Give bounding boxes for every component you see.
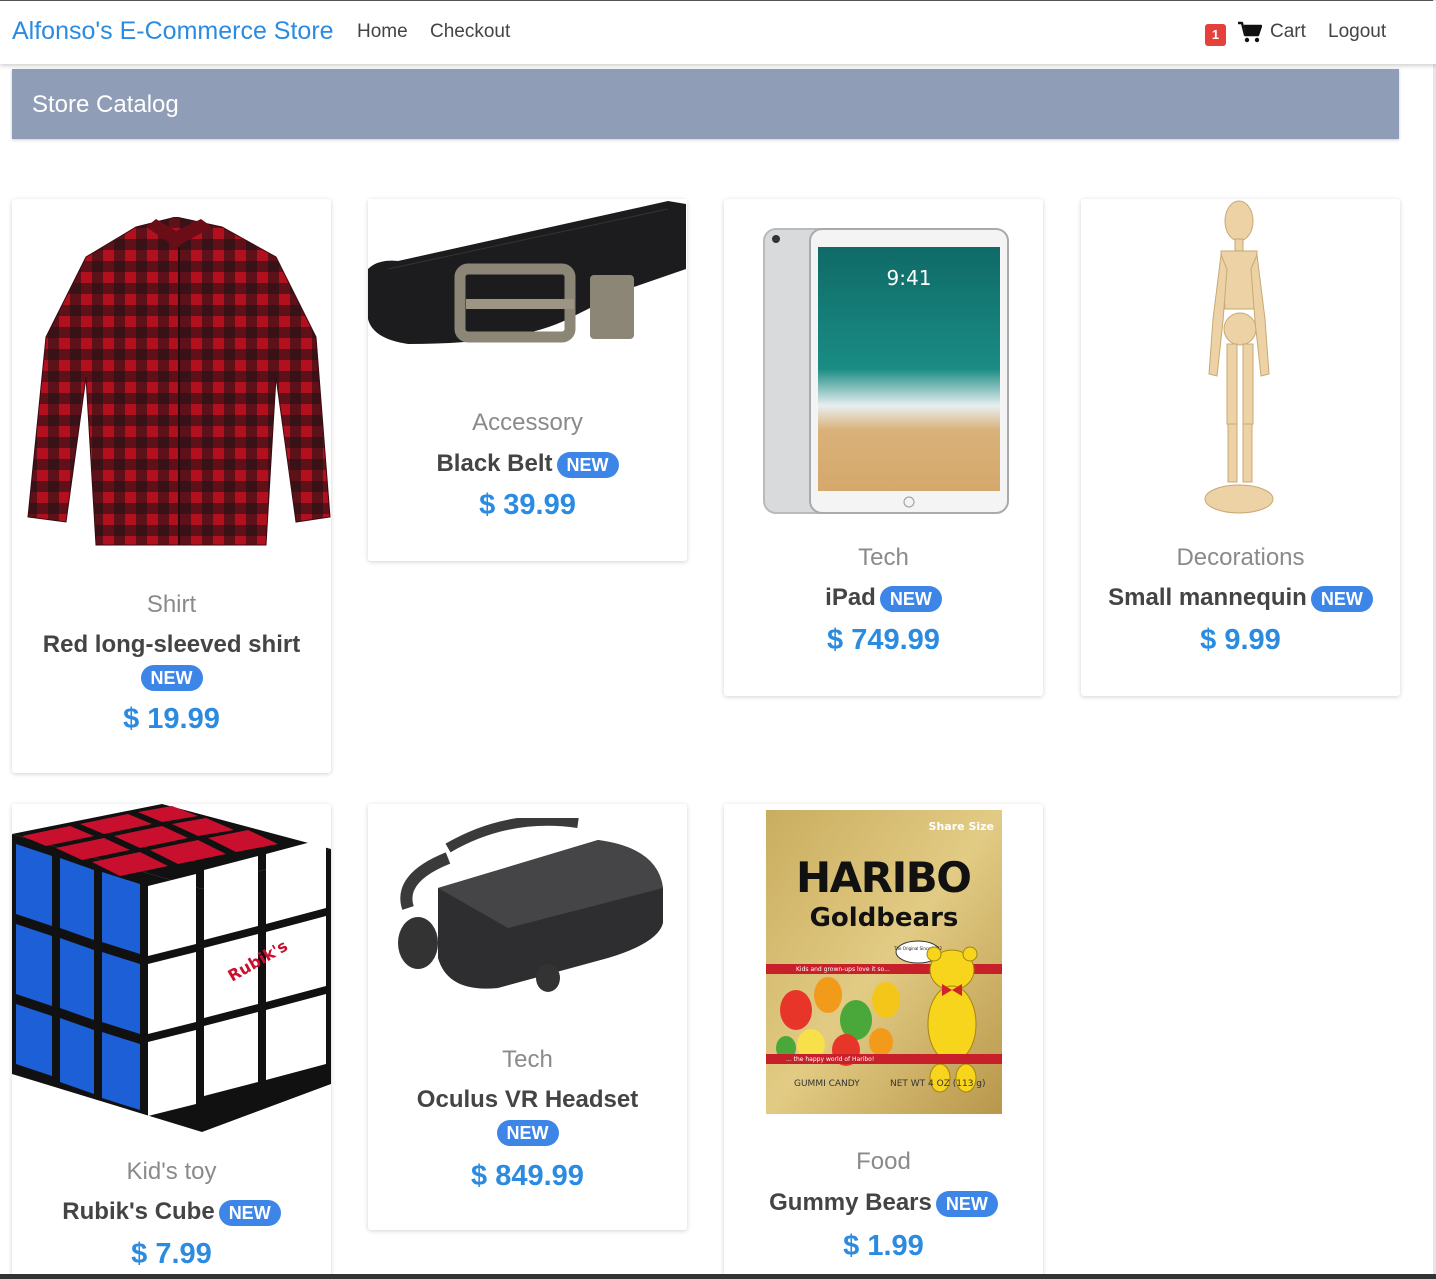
haribo-brand: HARIBO <box>796 853 972 902</box>
new-badge: NEW <box>496 1120 559 1146</box>
product-category: Shirt <box>146 591 197 618</box>
product-card-shirt[interactable]: Shirt Red long-sleeved shirt NEW $ 19.99 <box>12 199 331 773</box>
product-name: Gummy Bears <box>769 1189 932 1216</box>
mannequin-image <box>1204 200 1274 514</box>
logout-link[interactable]: Logout <box>1328 21 1386 43</box>
navbar: Alfonso's E-Commerce Store Home Checkout… <box>0 1 1436 64</box>
gummy-bears-image: Share Size HARIBO Goldbears The Original… <box>766 810 1002 1114</box>
product-name: Rubik's Cube <box>62 1198 215 1225</box>
product-price: $ 1.99 <box>843 1230 924 1262</box>
product-category: Tech <box>858 544 909 571</box>
product-card-belt[interactable]: Accessory Black Belt NEW $ 39.99 <box>368 199 687 561</box>
product-category: Tech <box>502 1046 553 1073</box>
product-card-ipad[interactable]: 9:41 Tech iPad NEW $ 749.99 <box>724 199 1043 696</box>
product-name: iPad <box>825 584 876 611</box>
catalog-header: Store Catalog <box>12 69 1399 139</box>
shirt-image <box>27 217 331 546</box>
ipad-image: 9:41 <box>763 228 1009 514</box>
product-category: Decorations <box>1176 544 1305 571</box>
new-badge: NEW <box>218 1199 281 1226</box>
product-card-oculus[interactable]: Tech Oculus VR Headset NEW $ 849.99 <box>368 804 687 1230</box>
cart-count-badge: 1 <box>1205 24 1226 46</box>
haribo-gummi-candy: GUMMI CANDY <box>794 1079 860 1089</box>
nav-checkout-link[interactable]: Checkout <box>430 21 510 43</box>
product-category: Accessory <box>472 409 583 436</box>
window-bottom-edge <box>0 1274 1436 1279</box>
nav-home-link[interactable]: Home <box>357 21 408 43</box>
page-title: Store Catalog <box>32 91 179 118</box>
product-price: $ 749.99 <box>827 624 940 656</box>
product-price: $ 9.99 <box>1200 624 1281 656</box>
product-price: $ 849.99 <box>471 1160 584 1192</box>
product-name-row: Rubik's Cube NEW <box>12 1198 331 1226</box>
product-price: $ 39.99 <box>479 489 576 521</box>
product-name-row: Black Belt NEW <box>368 450 687 478</box>
product-name-row: Gummy Bears NEW <box>724 1189 1043 1217</box>
ipad-screen-time: 9:41 <box>887 266 932 290</box>
cart-icon[interactable] <box>1238 21 1262 43</box>
product-price: $ 7.99 <box>131 1238 212 1270</box>
product-card-mannequin[interactable]: Decorations Small mannequin NEW $ 9.99 <box>1081 199 1400 696</box>
brand-link[interactable]: Alfonso's E-Commerce Store <box>12 17 334 46</box>
belt-image <box>368 199 687 384</box>
product-category: Food <box>856 1148 911 1175</box>
product-card-gummy-bears[interactable]: Share Size HARIBO Goldbears The Original… <box>724 804 1043 1279</box>
new-badge: NEW <box>879 585 942 612</box>
new-badge: NEW <box>140 665 203 691</box>
product-name: Black Belt <box>436 450 553 477</box>
product-name-row: iPad NEW <box>724 584 1043 612</box>
haribo-net-weight: NET WT 4 OZ (113 g) <box>890 1079 986 1089</box>
haribo-tagline: Kids and grown-ups love it so... <box>796 966 890 973</box>
product-category: Kid's toy <box>126 1158 217 1185</box>
product-name: Small mannequin <box>1108 584 1307 611</box>
new-badge: NEW <box>1310 585 1373 612</box>
cart-link[interactable]: Cart <box>1270 21 1306 43</box>
rubiks-cube-image: Rubik's <box>12 804 331 1132</box>
product-name: Red long-sleeved shirt <box>42 631 301 658</box>
product-name: Oculus VR Headset <box>416 1086 639 1113</box>
haribo-slogan: ... the happy world of Haribo! <box>786 1056 874 1063</box>
haribo-share-size: Share Size <box>929 820 994 833</box>
haribo-product: Goldbears <box>810 903 959 933</box>
new-badge: NEW <box>556 451 619 478</box>
product-price: $ 19.99 <box>123 703 220 735</box>
new-badge: NEW <box>935 1190 998 1217</box>
product-card-rubiks[interactable]: Rubik's Kid's toy Rubik's Cube NEW $ 7.99 <box>12 804 331 1279</box>
vr-headset-image <box>398 818 663 992</box>
product-name-row: Small mannequin NEW <box>1081 584 1400 612</box>
